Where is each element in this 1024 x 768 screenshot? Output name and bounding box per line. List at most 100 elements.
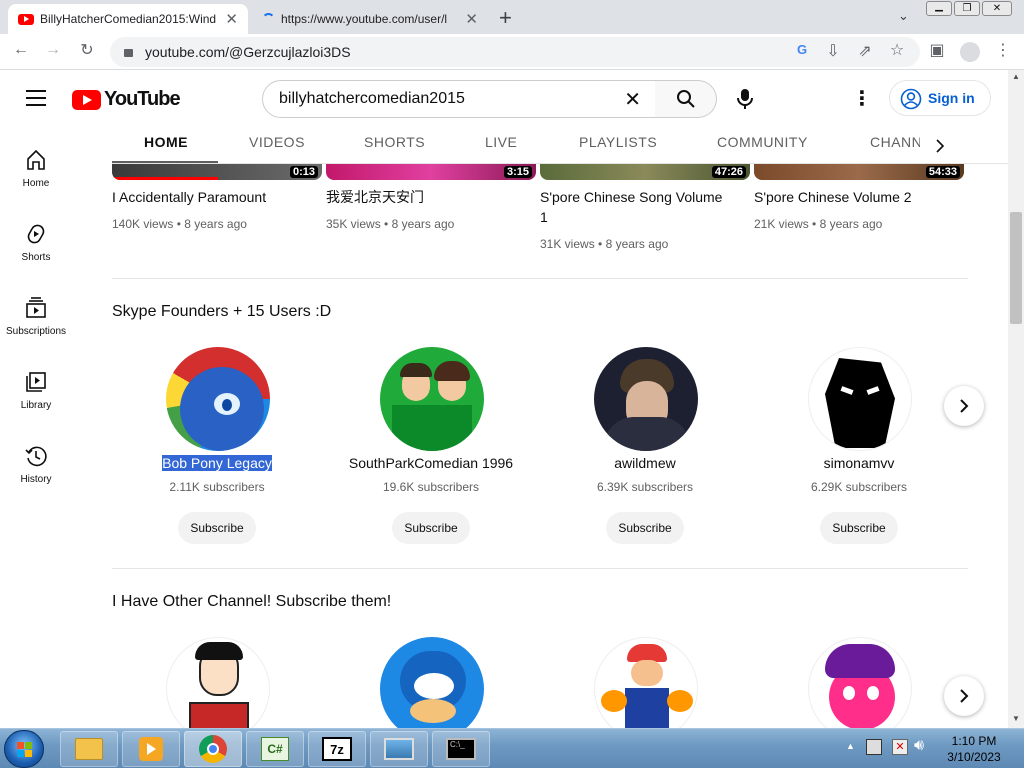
bookmark-star-icon[interactable]: ☆ [886, 40, 908, 60]
subscribe-button[interactable]: Subscribe [820, 512, 898, 544]
mini-guide-sidebar: Home Shorts Subscriptions Library Histor… [0, 128, 72, 728]
scrollbar-thumb[interactable] [1010, 212, 1022, 324]
side-panel-icon[interactable]: ▣ [926, 40, 948, 60]
show-hidden-icons-icon[interactable]: ▲ [846, 741, 855, 751]
channel-avatar[interactable] [380, 637, 484, 741]
video-thumbnail[interactable]: 54:33 [754, 164, 964, 180]
channel-avatar[interactable] [594, 637, 698, 741]
terminal-icon: C:\_ [446, 738, 476, 760]
browser-toolbar: ← → ↻ youtube.com/@Gerzcujlazloi3DS G ⇩ … [0, 34, 1024, 70]
tab-community[interactable]: COMMUNITY [717, 134, 808, 150]
carousel-next-button[interactable] [944, 386, 984, 426]
taskbar-image-viewer[interactable] [370, 731, 428, 767]
channel-name[interactable]: SouthParkComedian 1996 [331, 455, 531, 471]
channel-subscribers: 2.11K subscribers [169, 480, 265, 494]
sidebar-label: History [20, 474, 52, 485]
shorts-icon [27, 224, 45, 244]
settings-menu-icon[interactable]: ⋮ [852, 86, 872, 111]
video-thumbnail[interactable]: 0:13 [112, 164, 322, 180]
taskbar-media-player[interactable] [122, 731, 180, 767]
video-title[interactable]: 我爱北京天安门 [326, 187, 526, 207]
tab-live[interactable]: LIVE [485, 134, 517, 150]
chrome-icon [199, 735, 227, 763]
video-meta: 21K views • 8 years ago [754, 217, 883, 231]
tab-shorts[interactable]: SHORTS [364, 134, 425, 150]
taskbar-csharp[interactable]: C# [246, 731, 304, 767]
tab-home[interactable]: HOME [144, 134, 188, 150]
system-clock[interactable]: 1:10 PM 3/10/2023 [936, 733, 1012, 765]
channel-avatar[interactable] [166, 637, 270, 741]
close-window-button[interactable]: ✕ [982, 1, 1012, 16]
subscribe-button[interactable]: Subscribe [178, 512, 256, 544]
browser-tab-active[interactable]: BillyHatcherComedian2015:Wind ✕ [8, 4, 248, 34]
channel-avatar[interactable] [166, 347, 270, 451]
taskbar-chrome[interactable] [184, 731, 242, 767]
start-button[interactable] [4, 730, 44, 768]
sidebar-item-library[interactable]: Library [0, 370, 72, 411]
browser-tab[interactable]: https://www.youtube.com/user/l ✕ [252, 4, 488, 34]
channel-tabs: HOME VIDEOS SHORTS LIVE PLAYLISTS COMMUN… [112, 128, 1008, 164]
scroll-down-icon[interactable]: ▼ [1012, 714, 1020, 723]
tab-playlists[interactable]: PLAYLISTS [579, 134, 657, 150]
channel-avatar[interactable] [380, 347, 484, 451]
tab-videos[interactable]: VIDEOS [249, 134, 305, 150]
sidebar-item-shorts[interactable]: Shorts [0, 222, 72, 263]
hamburger-menu-icon[interactable] [26, 90, 46, 106]
new-tab-button[interactable]: + [499, 5, 512, 31]
tab-search-chevron-icon[interactable]: ⌄ [898, 8, 909, 24]
video-thumbnail[interactable]: 3:15 [326, 164, 536, 180]
page-scrollbar[interactable]: ▲ ▼ [1008, 70, 1024, 728]
sidebar-item-history[interactable]: History [0, 444, 72, 485]
video-title[interactable]: S'pore Chinese Song Volume 1 [540, 187, 740, 227]
search-input[interactable]: billyhatchercomedian2015 ✕ [262, 80, 656, 118]
subscribe-button[interactable]: Subscribe [606, 512, 684, 544]
forward-arrow-icon[interactable]: → [42, 41, 64, 59]
sidebar-label: Subscriptions [5, 326, 67, 337]
profile-avatar-icon[interactable] [960, 42, 980, 62]
taskbar-7zip[interactable]: 7z [308, 731, 366, 767]
back-arrow-icon[interactable]: ← [10, 41, 32, 59]
reload-icon[interactable]: ↻ [76, 40, 98, 60]
scroll-up-icon[interactable]: ▲ [1012, 72, 1020, 81]
close-tab-icon[interactable]: ✕ [225, 10, 238, 28]
share-icon[interactable]: ⇗ [854, 41, 876, 61]
volume-icon[interactable]: 🔊︎ [914, 737, 924, 755]
sidebar-item-home[interactable]: Home [0, 148, 72, 189]
channel-avatar[interactable] [594, 347, 698, 451]
video-duration: 54:33 [925, 166, 960, 178]
channel-name[interactable]: simonamvv [759, 455, 959, 471]
carousel-next-button[interactable] [944, 676, 984, 716]
install-app-icon[interactable]: ⇩ [822, 41, 844, 61]
restore-button[interactable]: ❐ [954, 1, 980, 16]
section-divider [112, 278, 968, 279]
channel-avatar[interactable] [808, 347, 912, 451]
sidebar-item-subscriptions[interactable]: Subscriptions [0, 296, 72, 337]
video-thumbnail[interactable]: 47:26 [540, 164, 750, 180]
clear-search-icon[interactable]: ✕ [624, 87, 641, 112]
tab-channels[interactable]: CHANN [870, 134, 922, 150]
taskbar-explorer[interactable] [60, 731, 118, 767]
search-button[interactable] [655, 80, 717, 118]
taskbar-command-prompt[interactable]: C:\_ [432, 731, 490, 767]
google-lens-icon[interactable]: G [791, 42, 813, 57]
video-meta: 140K views • 8 years ago [112, 217, 247, 231]
channel-subscribers: 6.29K subscribers [810, 480, 908, 494]
video-title[interactable]: I Accidentally Paramount [112, 187, 312, 207]
channel-name[interactable]: awildmew [545, 455, 745, 471]
channel-name[interactable]: Bob Pony Legacy [117, 455, 317, 471]
home-icon [27, 149, 45, 170]
sign-in-button[interactable]: Sign in [889, 80, 991, 116]
microphone-icon[interactable] [737, 88, 753, 110]
subscribe-button[interactable]: Subscribe [392, 512, 470, 544]
action-center-icon[interactable] [866, 739, 882, 755]
sign-in-label: Sign in [928, 90, 975, 106]
chrome-menu-icon[interactable]: ⋮ [992, 40, 1014, 60]
channel-avatar[interactable] [808, 637, 912, 741]
tabs-scroll-right-button[interactable] [920, 128, 960, 163]
video-title[interactable]: S'pore Chinese Volume 2 [754, 187, 954, 207]
minimize-button[interactable]: ▁ [926, 1, 952, 16]
close-tab-icon[interactable]: ✕ [465, 10, 478, 28]
youtube-logo[interactable]: YouTube [72, 88, 181, 111]
video-age: 8 years ago [391, 217, 455, 231]
network-error-icon[interactable]: ✕ [892, 739, 908, 755]
